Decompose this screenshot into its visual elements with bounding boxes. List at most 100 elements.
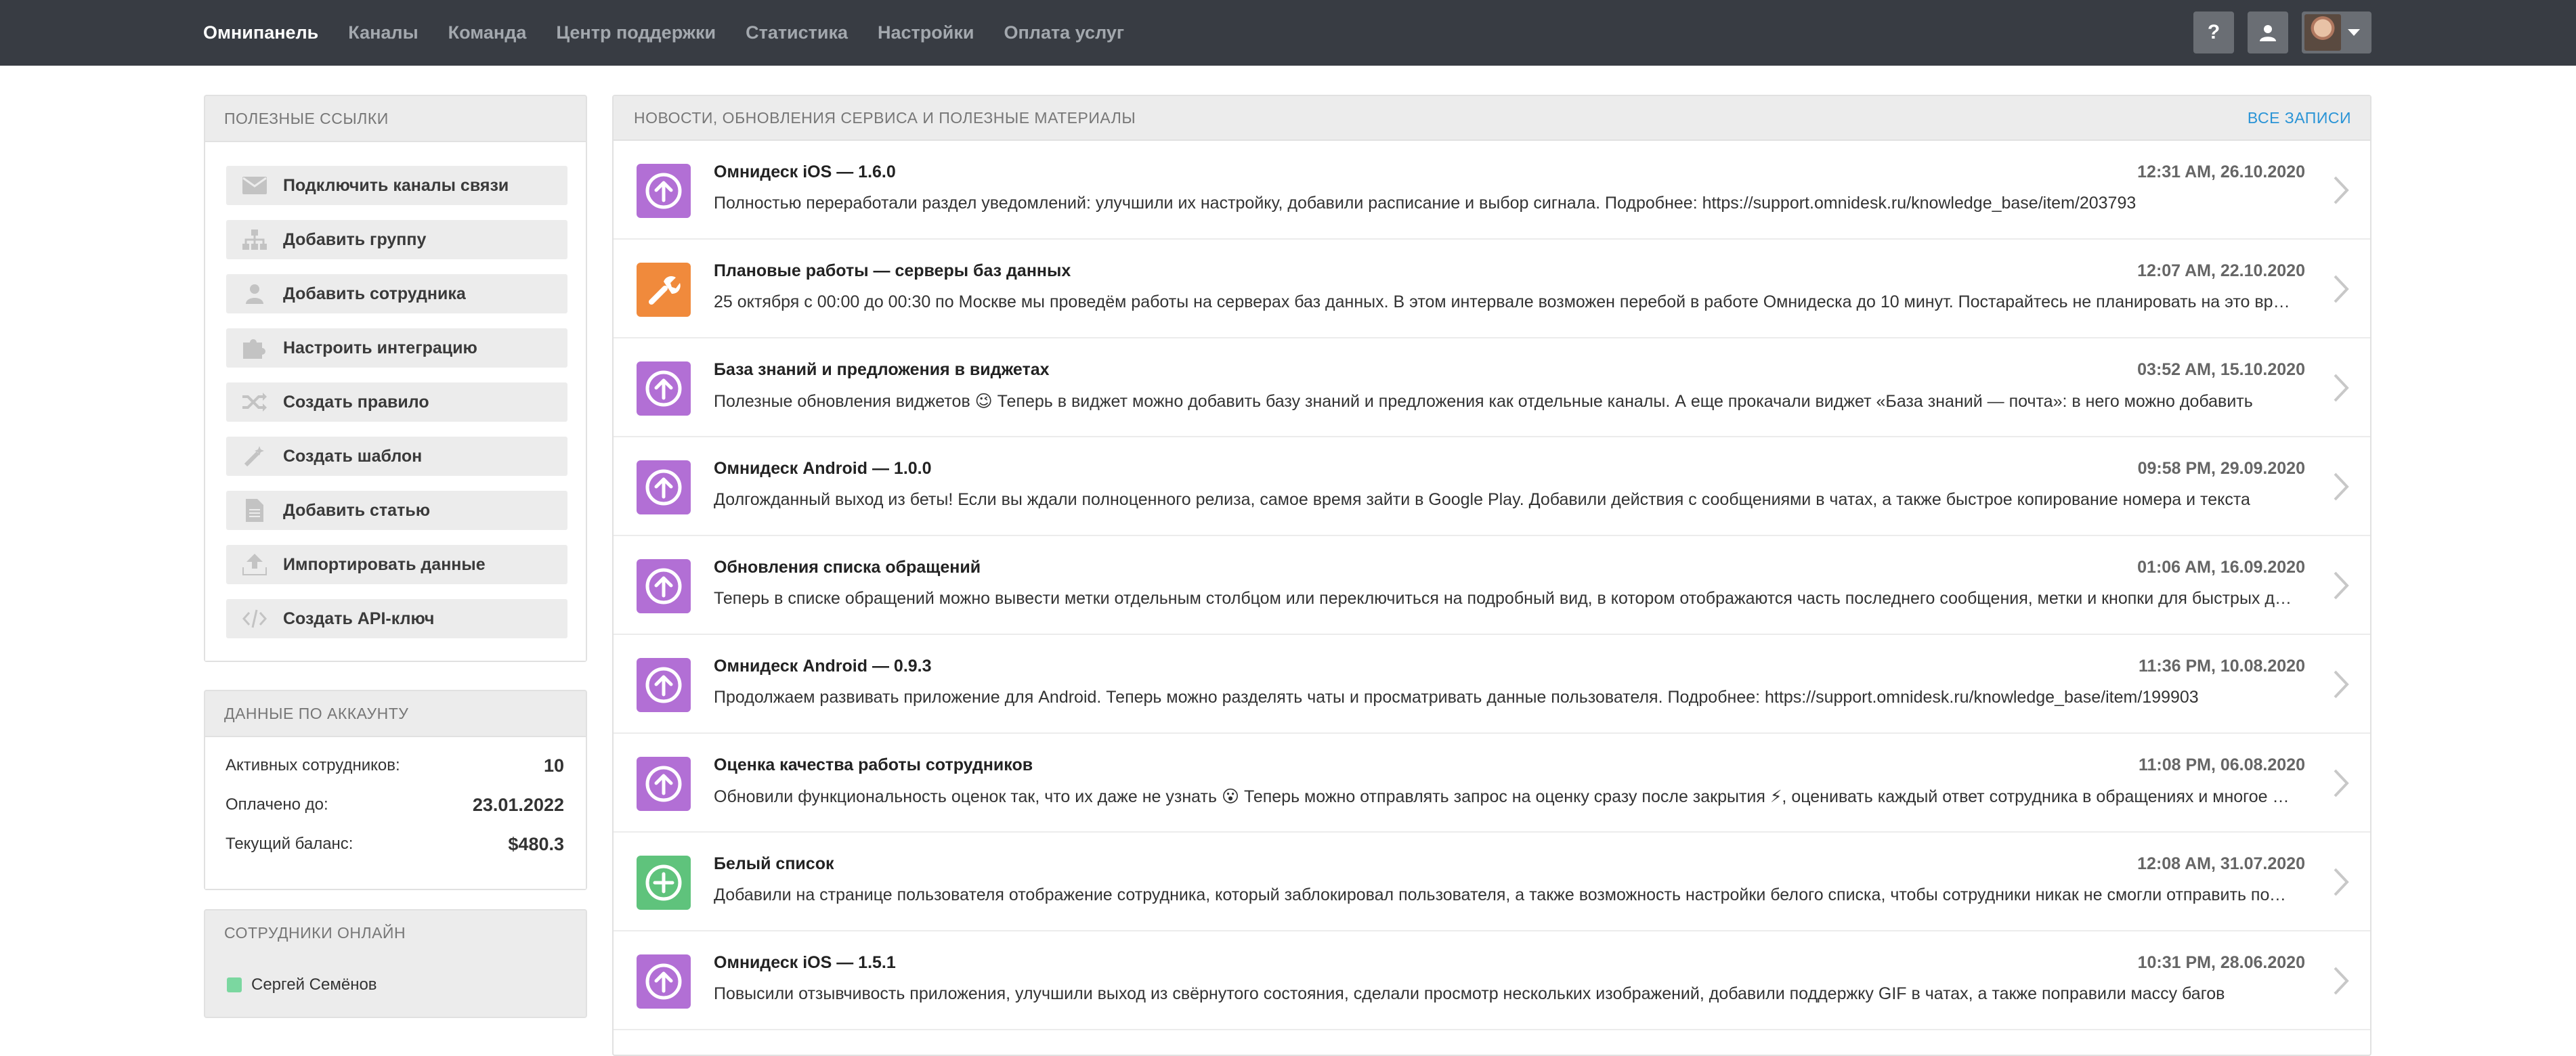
profile-button[interactable] [2248,12,2288,53]
news-item-date: 11:36 PM, 10.08.2020 [2138,657,2305,676]
chevron-down-icon [2348,29,2360,36]
news-title: НОВОСТИ, ОБНОВЛЕНИЯ СЕРВИСА И ПОЛЕЗНЫЕ М… [634,108,1136,127]
news-item-title: База знаний и предложения в виджетах [714,360,1050,379]
chevron-right-icon [2334,967,2349,995]
news-item[interactable]: Омнидеск iOS — 1.5.1 10:31 PM, 28.06.2020… [614,931,2370,1030]
top-navigation-bar: Омнипанель Каналы Команда Центр поддержк… [0,0,2576,66]
link-create-rule[interactable]: Создать правило [226,382,567,422]
link-add-employee[interactable]: Добавить сотрудника [226,274,567,313]
link-import-data[interactable]: Импортировать данные [226,545,567,584]
nav-settings[interactable]: Настройки [878,22,974,43]
news-item-text: Обновили функциональность оценок так, чт… [714,787,2292,806]
news-panel: НОВОСТИ, ОБНОВЛЕНИЯ СЕРВИСА И ПОЛЕЗНЫЕ М… [612,95,2371,1056]
link-add-article[interactable]: Добавить статью [226,491,567,530]
account-row-paid-until: Оплачено до: 23.01.2022 [226,791,564,818]
envelope-icon [226,177,283,194]
news-item-text: Долгожданный выход из беты! Если вы ждал… [714,490,2250,509]
news-item[interactable]: Омнидеск Android — 0.9.3 11:36 PM, 10.08.… [614,635,2370,734]
chevron-right-icon [2334,176,2349,204]
topbar-actions: ? [2193,12,2371,53]
chevron-right-icon [2334,472,2349,501]
account-value: $480.3 [508,833,564,854]
link-add-group[interactable]: Добавить группу [226,220,567,259]
help-button[interactable]: ? [2193,12,2234,53]
news-header: НОВОСТИ, ОБНОВЛЕНИЯ СЕРВИСА И ПОЛЕЗНЫЕ М… [614,96,2370,141]
link-label: Добавить статью [283,500,431,520]
news-item[interactable]: Белый список 12:08 AM, 31.07.2020 Добавили… [614,833,2370,931]
useful-links-panel: ПОЛЕЗНЫЕ ССЫЛКИ Подключить каналы связи … [204,95,587,662]
code-icon [226,609,283,629]
shuffle-icon [226,393,283,412]
nav-statistics[interactable]: Статистика [746,22,848,43]
link-create-template[interactable]: Создать шаблон [226,437,567,476]
link-label: Создать шаблон [283,446,423,466]
link-create-api-key[interactable]: Создать API-ключ [226,599,567,638]
news-item[interactable]: Обновления списка обращений 01:06 AM, 16.… [614,536,2370,635]
link-label: Подключить каналы связи [283,175,509,195]
link-label: Добавить сотрудника [283,284,466,303]
account-label: Оплачено до: [226,795,328,814]
news-item[interactable]: Оценка качества работы сотрудников 11:08 … [614,734,2370,833]
useful-links-title: ПОЛЕЗНЫЕ ССЫЛКИ [224,109,389,127]
avatar-menu[interactable] [2302,12,2371,53]
news-item-date: 12:31 AM, 26.10.2020 [2137,162,2305,181]
arrow-up-icon [637,559,691,613]
chevron-right-icon [2334,571,2349,600]
nav-billing[interactable]: Оплата услуг [1004,22,1124,43]
useful-links-body: Подключить каналы связи Добавить группу … [205,141,586,661]
account-data-panel: ДАННЫЕ ПО АККАУНТУ Активных сотрудников:… [204,690,587,890]
all-posts-link[interactable]: ВСЕ ЗАПИСИ [2248,109,2351,127]
news-item-title: Оценка качества работы сотрудников [714,755,1033,774]
news-item-title: Омнидеск iOS — 1.6.0 [714,162,896,181]
account-row-active-employees: Активных сотрудников: 10 [226,752,564,779]
account-label: Текущий баланс: [226,835,353,853]
news-item-text: Добавили на странице пользователя отобра… [714,885,2292,904]
link-label: Настроить интеграцию [283,338,477,357]
chevron-right-icon [2334,868,2349,896]
document-icon [226,499,283,522]
news-item-text: Повысили отзывчивость приложения, улучши… [714,984,2225,1003]
avatar [2304,14,2341,51]
nav-channels[interactable]: Каналы [348,22,418,43]
news-item-date: 10:31 PM, 28.06.2020 [2137,953,2305,972]
magic-wand-icon [226,445,283,468]
nav-support-center[interactable]: Центр поддержки [556,22,716,43]
online-employees-title: СОТРУДНИКИ ОНЛАЙН [224,923,406,942]
online-user[interactable]: Сергей Семёнов [227,975,377,994]
link-setup-integration[interactable]: Настроить интеграцию [226,328,567,368]
news-item[interactable]: Омнидеск Android — 1.0.0 09:58 PM, 29.09.… [614,437,2370,536]
news-item[interactable]: Омнидеск iOS — 1.6.0 12:31 AM, 26.10.2020… [614,141,2370,240]
chevron-right-icon [2334,769,2349,797]
sitemap-icon [226,229,283,250]
news-item-text: Продолжаем развивать приложение для Andr… [714,688,2199,707]
nav-team[interactable]: Команда [448,22,527,43]
news-item-text: Полезные обновления виджетов 😉 Теперь в … [714,392,2253,411]
chevron-right-icon [2334,374,2349,402]
news-item-text: Полностью переработали раздел уведомлени… [714,194,2137,213]
user-icon [2260,25,2276,41]
arrow-up-icon [637,361,691,416]
arrow-up-icon [637,954,691,1009]
online-employees-panel: СОТРУДНИКИ ОНЛАЙН Сергей Семёнов [204,909,587,1018]
link-label: Добавить группу [283,229,427,249]
nav-omnipanel[interactable]: Омнипанель [203,22,318,43]
main-nav: Омнипанель Каналы Команда Центр поддержк… [203,0,1124,66]
news-item-text: 25 октября с 00:00 до 00:30 по Москве мы… [714,292,2292,311]
account-value: 10 [543,755,564,776]
chevron-right-icon [2334,670,2349,699]
news-item-title: Плановые работы — серверы баз данных [714,261,1071,280]
news-item-date: 01:06 AM, 16.09.2020 [2137,558,2305,577]
user-icon [226,284,283,304]
chevron-right-icon [2334,275,2349,303]
link-connect-channels[interactable]: Подключить каналы связи [226,166,567,205]
link-label: Создать API-ключ [283,609,435,628]
news-item-title: Омнидеск iOS — 1.5.1 [714,953,896,972]
news-item[interactable]: База знаний и предложения в виджетах 03:5… [614,338,2370,437]
upload-icon [226,554,283,575]
arrow-up-icon [637,757,691,811]
arrow-up-icon [637,658,691,712]
arrow-up-icon [637,164,691,218]
account-value: 23.01.2022 [472,794,564,815]
news-item-date: 09:58 PM, 29.09.2020 [2137,459,2305,478]
news-item[interactable]: Плановые работы — серверы баз данных 12:0… [614,240,2370,338]
